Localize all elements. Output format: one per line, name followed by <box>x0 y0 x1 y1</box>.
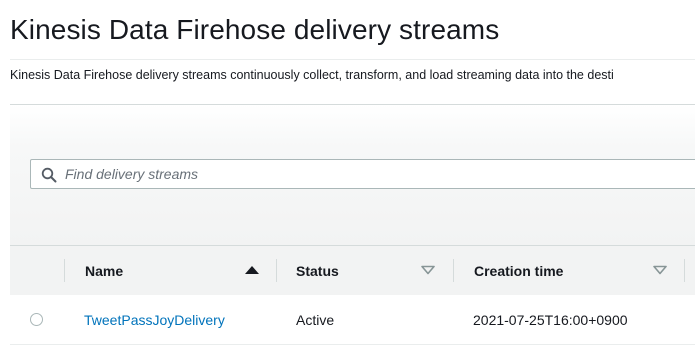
table-header: Name Status Creation time <box>10 245 695 296</box>
search-input[interactable] <box>65 161 665 187</box>
sort-ascending-icon[interactable] <box>245 265 259 275</box>
page-description: Kinesis Data Firehose delivery streams c… <box>10 68 614 82</box>
column-header-status-label: Status <box>296 262 339 279</box>
column-header-creation-time-label: Creation time <box>474 262 564 279</box>
column-divider <box>64 259 65 282</box>
stream-status: Active <box>296 311 335 328</box>
column-header-name-label: Name <box>85 262 124 279</box>
sort-descending-icon[interactable] <box>653 265 667 275</box>
title-divider <box>10 59 695 60</box>
column-header-status[interactable]: Status <box>296 246 436 295</box>
filter-area <box>10 105 695 245</box>
column-divider <box>276 259 277 282</box>
column-header-name[interactable]: Name <box>85 246 265 295</box>
stream-name-link[interactable]: TweetPassJoyDelivery <box>84 295 225 344</box>
row-select-radio[interactable] <box>30 313 43 326</box>
column-header-creation-time[interactable]: Creation time <box>474 246 654 295</box>
page-title: Kinesis Data Firehose delivery streams <box>10 14 500 45</box>
table-row[interactable]: TweetPassJoyDelivery Active 2021-07-25T1… <box>10 295 695 345</box>
search-box[interactable] <box>30 159 695 189</box>
stream-creation-time: 2021-07-25T16:00+0900 <box>473 311 628 328</box>
delivery-streams-table: Name Status Creation time TweetPassJoyDe… <box>10 105 695 361</box>
sort-descending-icon[interactable] <box>421 265 435 275</box>
column-divider <box>453 259 454 282</box>
column-divider <box>684 259 685 282</box>
search-icon <box>41 167 57 183</box>
